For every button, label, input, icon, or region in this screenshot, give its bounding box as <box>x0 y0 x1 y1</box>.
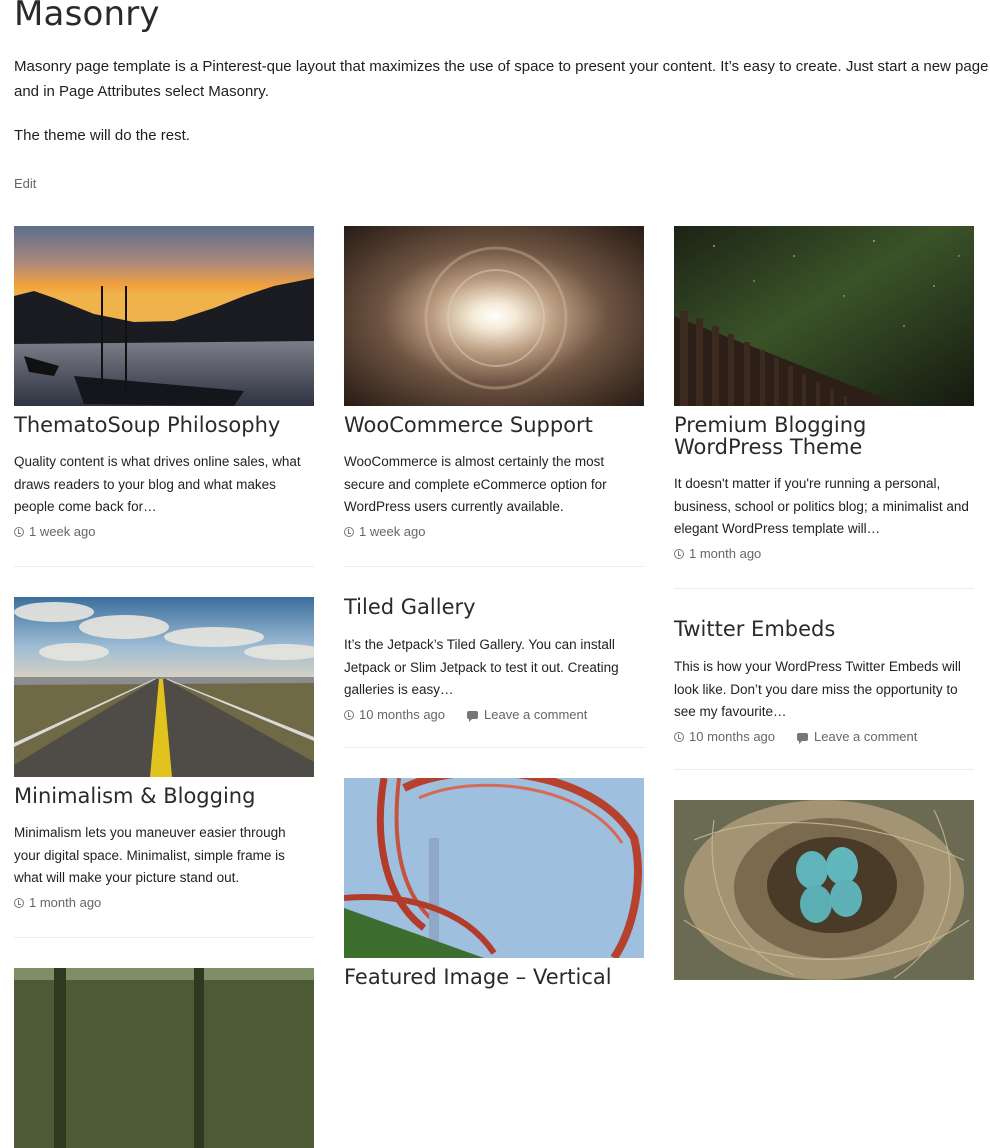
post-card <box>674 800 974 980</box>
post-meta: 1 week ago <box>344 523 644 541</box>
post-thumbnail-bird-nest[interactable] <box>674 800 974 980</box>
post-time[interactable]: 1 week ago <box>359 524 426 539</box>
post-excerpt: It’s the Jetpack’s Tiled Gallery. You ca… <box>344 637 619 697</box>
post-excerpt: It doesn't matter if you're running a pe… <box>674 476 969 536</box>
clock-icon <box>14 897 24 908</box>
divider <box>344 566 644 567</box>
post-excerpt: WooCommerce is almost certainly the most… <box>344 454 607 514</box>
divider <box>14 937 314 938</box>
leave-comment-link[interactable]: Leave a comment <box>484 707 587 722</box>
post-thumbnail-rollercoaster[interactable] <box>344 778 644 958</box>
page-title: Masonry <box>14 0 160 34</box>
post-card: ThematoSoup Philosophy Quality content i… <box>14 226 314 541</box>
post-card: Featured Image – Vertical <box>344 778 644 988</box>
post-thumbnail-tunnel[interactable] <box>344 226 644 406</box>
post-thumbnail-desert-road[interactable] <box>14 597 314 777</box>
post-card: Twitter Embeds This is how your WordPres… <box>674 618 974 746</box>
post-excerpt: This is how your WordPress Twitter Embed… <box>674 659 961 719</box>
post-time[interactable]: 1 month ago <box>29 895 101 910</box>
edit-link[interactable]: Edit <box>14 176 36 191</box>
post-card: WooCommerce Support WooCommerce is almos… <box>344 226 644 541</box>
page-intro-2: The theme will do the rest. <box>14 127 190 144</box>
post-title[interactable]: WooCommerce Support <box>344 414 644 436</box>
divider <box>674 769 974 770</box>
post-time[interactable]: 1 week ago <box>29 524 96 539</box>
comment-icon <box>467 710 479 722</box>
post-title[interactable]: Minimalism & Blogging <box>14 785 314 807</box>
post-meta: 1 week ago <box>14 523 314 541</box>
post-thumbnail-night-sky-fence[interactable] <box>674 226 974 406</box>
clock-icon <box>674 731 684 742</box>
post-card <box>14 968 314 1148</box>
post-time[interactable]: 10 months ago <box>359 707 445 722</box>
clock-icon <box>14 526 24 537</box>
post-title[interactable]: ThematoSoup Philosophy <box>14 414 314 436</box>
clock-icon <box>344 526 354 537</box>
post-thumbnail-forest[interactable] <box>14 968 314 1148</box>
post-time[interactable]: 10 months ago <box>689 729 775 744</box>
post-title[interactable]: Featured Image – Vertical <box>344 966 644 988</box>
post-title[interactable]: Twitter Embeds <box>674 618 974 640</box>
divider <box>344 747 644 748</box>
post-time[interactable]: 1 month ago <box>689 546 761 561</box>
post-title[interactable]: Premium Blogging WordPress Theme <box>674 414 974 458</box>
post-excerpt: Minimalism lets you maneuver easier thro… <box>14 825 286 885</box>
comment-icon <box>797 732 809 744</box>
post-meta: 1 month ago <box>674 545 974 563</box>
divider <box>14 566 314 567</box>
post-meta: 10 months ago Leave a comment <box>344 706 644 724</box>
leave-comment-link[interactable]: Leave a comment <box>814 729 917 744</box>
post-card: Minimalism & Blogging Minimalism lets yo… <box>14 597 314 912</box>
clock-icon <box>344 709 354 720</box>
post-title[interactable]: Tiled Gallery <box>344 596 644 618</box>
post-meta: 1 month ago <box>14 894 314 912</box>
post-thumbnail-sunset-harbor[interactable] <box>14 226 314 406</box>
divider <box>674 588 974 589</box>
post-meta: 10 months ago Leave a comment <box>674 728 974 746</box>
clock-icon <box>674 548 684 559</box>
post-excerpt: Quality content is what drives online sa… <box>14 454 301 514</box>
page-intro: Masonry page template is a Pinterest-que… <box>14 58 989 100</box>
post-card: Tiled Gallery It’s the Jetpack’s Tiled G… <box>344 596 644 724</box>
post-card: Premium Blogging WordPress Theme It does… <box>674 226 974 563</box>
